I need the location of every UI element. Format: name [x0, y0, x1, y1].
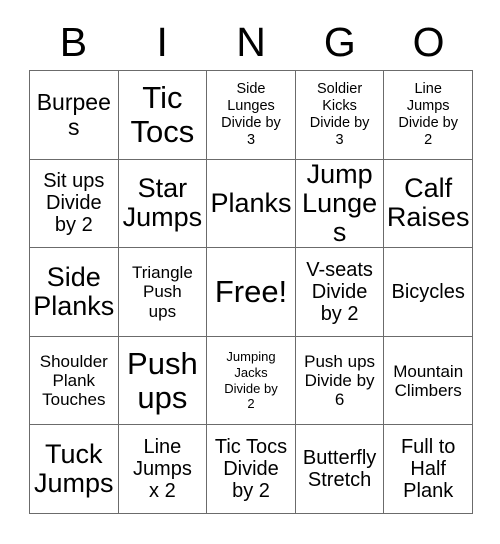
bingo-cell-r1c4[interactable]: Soldier Kicks Divide by 3 [295, 71, 385, 160]
bingo-cell-label: Bicycles [391, 280, 465, 303]
bingo-header-row: B I N G O [29, 14, 473, 70]
bingo-cell-label: Calf Raises [386, 173, 470, 233]
bingo-cell-r5c3[interactable]: Tic Tocs Divide by 2 [207, 425, 296, 514]
bingo-cell-r4c1[interactable]: Shoulder Plank Touches [30, 336, 119, 426]
bingo-cell-label: Sit ups Divide by 2 [43, 170, 105, 237]
bingo-cell-label: Tuck Jumps [34, 439, 114, 499]
bingo-cell-r1c3[interactable]: Side Lunges Divide by 3 [207, 71, 296, 160]
bingo-cell-label: Jumping Jacks Divide by 2 [224, 349, 278, 412]
bingo-cell-r5c5[interactable]: Full to Half Plank [384, 425, 473, 514]
bingo-cell-r2c1[interactable]: Sit ups Divide by 2 [30, 159, 119, 249]
bingo-cell-label: Planks [210, 187, 292, 218]
bingo-cell-label: Triangle Push ups [131, 263, 193, 321]
bingo-header-letter-i: I [156, 18, 168, 65]
bingo-cell-r4c4[interactable]: Push ups Divide by 6 [295, 336, 385, 426]
bingo-cell-r4c2[interactable]: Push ups [118, 336, 208, 426]
bingo-cell-label: Star Jumps [122, 173, 203, 233]
bingo-cell-label: Push ups [127, 346, 198, 415]
bingo-cell-label: V-seats Divide by 2 [306, 258, 373, 325]
bingo-cell-label: Line Jumps x 2 [132, 436, 192, 503]
bingo-cell-r1c1[interactable]: Burpees [30, 71, 119, 160]
bingo-header-letter-g: G [323, 18, 356, 65]
bingo-grid: Burpees Tic Tocs Side Lunges Divide by 3… [29, 70, 473, 514]
bingo-header-letter-b: B [59, 18, 88, 65]
bingo-cell-label: Butterfly Stretch [302, 447, 377, 492]
bingo-cell-label: Jump Lunges [302, 159, 378, 247]
bingo-cell-label: Shoulder Plank Touches [39, 352, 108, 410]
bingo-cell-label: Mountain Climbers [393, 361, 464, 400]
bingo-cell-label: Tic Tocs Divide by 2 [214, 436, 288, 503]
bingo-header-letter-o: O [412, 18, 445, 65]
bingo-cell-r2c4[interactable]: Jump Lunges [295, 159, 385, 249]
bingo-header-letter-n: N [236, 18, 266, 65]
bingo-cell-label: Side Planks [33, 261, 115, 321]
bingo-free-space-label: Free! [214, 274, 288, 310]
bingo-cell-label: Push ups Divide by 6 [304, 352, 376, 410]
bingo-cell-r3c2[interactable]: Triangle Push ups [118, 248, 208, 337]
bingo-cell-r3c1[interactable]: Side Planks [30, 248, 119, 337]
bingo-cell-label: Tic Tocs [130, 80, 195, 149]
bingo-cell-label: Side Lunges Divide by 3 [221, 80, 281, 148]
bingo-cell-r4c3[interactable]: Jumping Jacks Divide by 2 [207, 336, 296, 426]
bingo-cell-r2c2[interactable]: Star Jumps [118, 159, 208, 249]
bingo-cell-label: Burpees [36, 88, 111, 140]
bingo-cell-label: Line Jumps Divide by 2 [398, 80, 458, 148]
bingo-cell-r3c5[interactable]: Bicycles [384, 248, 473, 337]
bingo-cell-r2c3[interactable]: Planks [207, 159, 296, 249]
bingo-cell-label: Full to Half Plank [400, 436, 456, 503]
bingo-cell-r2c5[interactable]: Calf Raises [384, 159, 473, 249]
bingo-cell-r5c2[interactable]: Line Jumps x 2 [118, 425, 208, 514]
bingo-cell-label: Soldier Kicks Divide by 3 [309, 80, 370, 148]
bingo-cell-r3c4[interactable]: V-seats Divide by 2 [295, 248, 385, 337]
bingo-cell-r1c2[interactable]: Tic Tocs [118, 71, 208, 160]
bingo-cell-r4c5[interactable]: Mountain Climbers [384, 336, 473, 426]
bingo-card: B I N G O Burpees Tic Tocs Side Lunges D… [0, 0, 500, 544]
bingo-cell-free-space[interactable]: Free! [207, 248, 296, 337]
bingo-cell-r5c1[interactable]: Tuck Jumps [30, 425, 119, 514]
bingo-cell-r1c5[interactable]: Line Jumps Divide by 2 [384, 71, 473, 160]
bingo-cell-r5c4[interactable]: Butterfly Stretch [295, 425, 385, 514]
